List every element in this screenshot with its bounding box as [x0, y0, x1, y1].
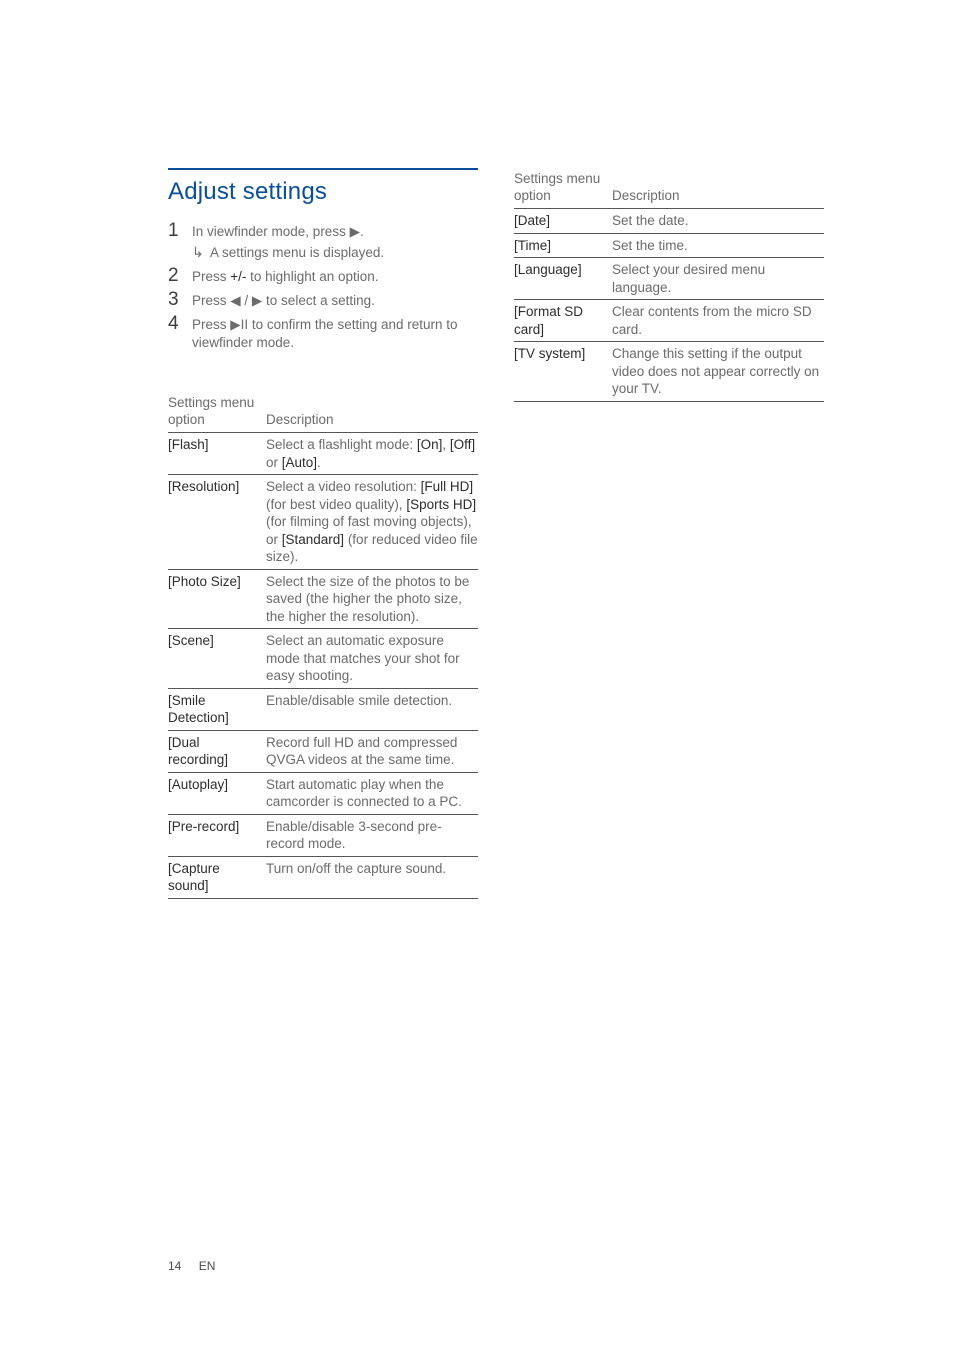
table-row: [Language]Select your desired menu langu…	[514, 258, 824, 300]
play-icon: ▶	[350, 224, 360, 239]
option-value: [On]	[417, 437, 443, 452]
step-1-sub: ↳ A settings menu is displayed.	[192, 244, 478, 261]
step-text: Press ◀ / ▶ to select a setting.	[192, 289, 375, 310]
table-row: [Smile Detection]Enable/disable smile de…	[168, 688, 478, 730]
table-row: [Pre-record]Enable/disable 3-second pre-…	[168, 814, 478, 856]
setting-label: [Dual recording]	[168, 730, 266, 772]
table-row: [TV system]Change this setting if the ou…	[514, 342, 824, 402]
step-text-part: .	[360, 224, 364, 239]
table-head-right: Description	[612, 168, 824, 209]
table-row: [Flash]Select a flashlight mode: [On], […	[168, 433, 478, 475]
setting-description: Record full HD and compressed QVGA video…	[266, 730, 478, 772]
table-row: [Capture sound]Turn on/off the capture s…	[168, 856, 478, 898]
page-lang: EN	[199, 1259, 216, 1273]
option-value: [Full HD]	[421, 479, 474, 494]
step-text: In viewfinder mode, press ▶.	[192, 220, 364, 241]
step-number: 1	[168, 220, 192, 242]
setting-description: Set the time.	[612, 233, 824, 258]
left-right-icon: ◀ / ▶	[230, 293, 262, 308]
setting-description: Enable/disable 3-second pre-record mode.	[266, 814, 478, 856]
step-3: 3 Press ◀ / ▶ to select a setting.	[168, 289, 478, 311]
table-row: [Time]Set the time.	[514, 233, 824, 258]
step-1: 1 In viewfinder mode, press ▶.	[168, 220, 478, 242]
step-text-part: Press	[192, 293, 230, 308]
table-head-left: Settings menu option	[168, 392, 266, 433]
steps-list: 1 In viewfinder mode, press ▶. ↳ A setti…	[168, 220, 478, 352]
section-title: Adjust settings	[168, 168, 478, 206]
table-row: [Date]Set the date.	[514, 209, 824, 234]
step-text-part: to highlight an option.	[246, 269, 378, 284]
setting-description: Set the date.	[612, 209, 824, 234]
step-number: 3	[168, 289, 192, 311]
option-value: [Sports HD]	[406, 497, 476, 512]
setting-label: [Autoplay]	[168, 772, 266, 814]
step-bold: +/-	[230, 269, 246, 284]
setting-description: Select the size of the photos to be save…	[266, 569, 478, 629]
table-row: [Autoplay]Start automatic play when the …	[168, 772, 478, 814]
step-text-part: Press	[192, 317, 230, 332]
setting-label: [Smile Detection]	[168, 688, 266, 730]
step-text-part: In viewfinder mode, press	[192, 224, 350, 239]
step-text-part: to select a setting.	[262, 293, 375, 308]
setting-label: [Scene]	[168, 629, 266, 689]
page-content: Adjust settings 1 In viewfinder mode, pr…	[0, 0, 954, 899]
table-row: [Photo Size]Select the size of the photo…	[168, 569, 478, 629]
page-footer: 14 EN	[168, 1259, 215, 1273]
option-value: [Auto]	[282, 455, 317, 470]
setting-description: Select your desired menu language.	[612, 258, 824, 300]
step-text: Press +/- to highlight an option.	[192, 265, 379, 286]
setting-label: [Time]	[514, 233, 612, 258]
setting-description: Turn on/off the capture sound.	[266, 856, 478, 898]
setting-description: Select an automatic exposure mode that m…	[266, 629, 478, 689]
play-pause-icon: ▶II	[230, 317, 248, 332]
table1-body: [Flash]Select a flashlight mode: [On], […	[168, 433, 478, 899]
left-column: Adjust settings 1 In viewfinder mode, pr…	[168, 168, 478, 899]
setting-description: Change this setting if the output video …	[612, 342, 824, 402]
arrow-icon: ↳	[192, 244, 210, 261]
table-head-right: Description	[266, 392, 478, 433]
step-sub-text: A settings menu is displayed.	[210, 244, 384, 261]
setting-label: [Flash]	[168, 433, 266, 475]
step-2: 2 Press +/- to highlight an option.	[168, 265, 478, 287]
setting-description: Clear contents from the micro SD card.	[612, 300, 824, 342]
setting-description: Enable/disable smile detection.	[266, 688, 478, 730]
settings-table-1: Settings menu option Description [Flash]…	[168, 392, 478, 899]
table-row: [Resolution]Select a video resolution: […	[168, 475, 478, 570]
table-row: [Dual recording]Record full HD and compr…	[168, 730, 478, 772]
page-number: 14	[168, 1259, 181, 1273]
setting-label: [Format SD card]	[514, 300, 612, 342]
table-row: [Scene]Select an automatic exposure mode…	[168, 629, 478, 689]
setting-label: [Pre-record]	[168, 814, 266, 856]
table-head-left: Settings menu option	[514, 168, 612, 209]
step-text: Press ▶II to confirm the setting and ret…	[192, 313, 478, 352]
setting-label: [Photo Size]	[168, 569, 266, 629]
step-number: 2	[168, 265, 192, 287]
setting-description: Select a video resolution: [Full HD] (fo…	[266, 475, 478, 570]
option-value: [Off]	[450, 437, 475, 452]
setting-description: Start automatic play when the camcorder …	[266, 772, 478, 814]
option-value: [Standard]	[282, 532, 344, 547]
setting-label: [Capture sound]	[168, 856, 266, 898]
right-column: Settings menu option Description [Date]S…	[514, 168, 824, 899]
setting-label: [Resolution]	[168, 475, 266, 570]
step-number: 4	[168, 313, 192, 335]
table2-body: [Date]Set the date.[Time]Set the time.[L…	[514, 209, 824, 402]
setting-label: [Language]	[514, 258, 612, 300]
step-4: 4 Press ▶II to confirm the setting and r…	[168, 313, 478, 352]
setting-label: [Date]	[514, 209, 612, 234]
step-text-part: Press	[192, 269, 230, 284]
setting-description: Select a flashlight mode: [On], [Off] or…	[266, 433, 478, 475]
settings-table-2: Settings menu option Description [Date]S…	[514, 168, 824, 402]
table-row: [Format SD card]Clear contents from the …	[514, 300, 824, 342]
setting-label: [TV system]	[514, 342, 612, 402]
